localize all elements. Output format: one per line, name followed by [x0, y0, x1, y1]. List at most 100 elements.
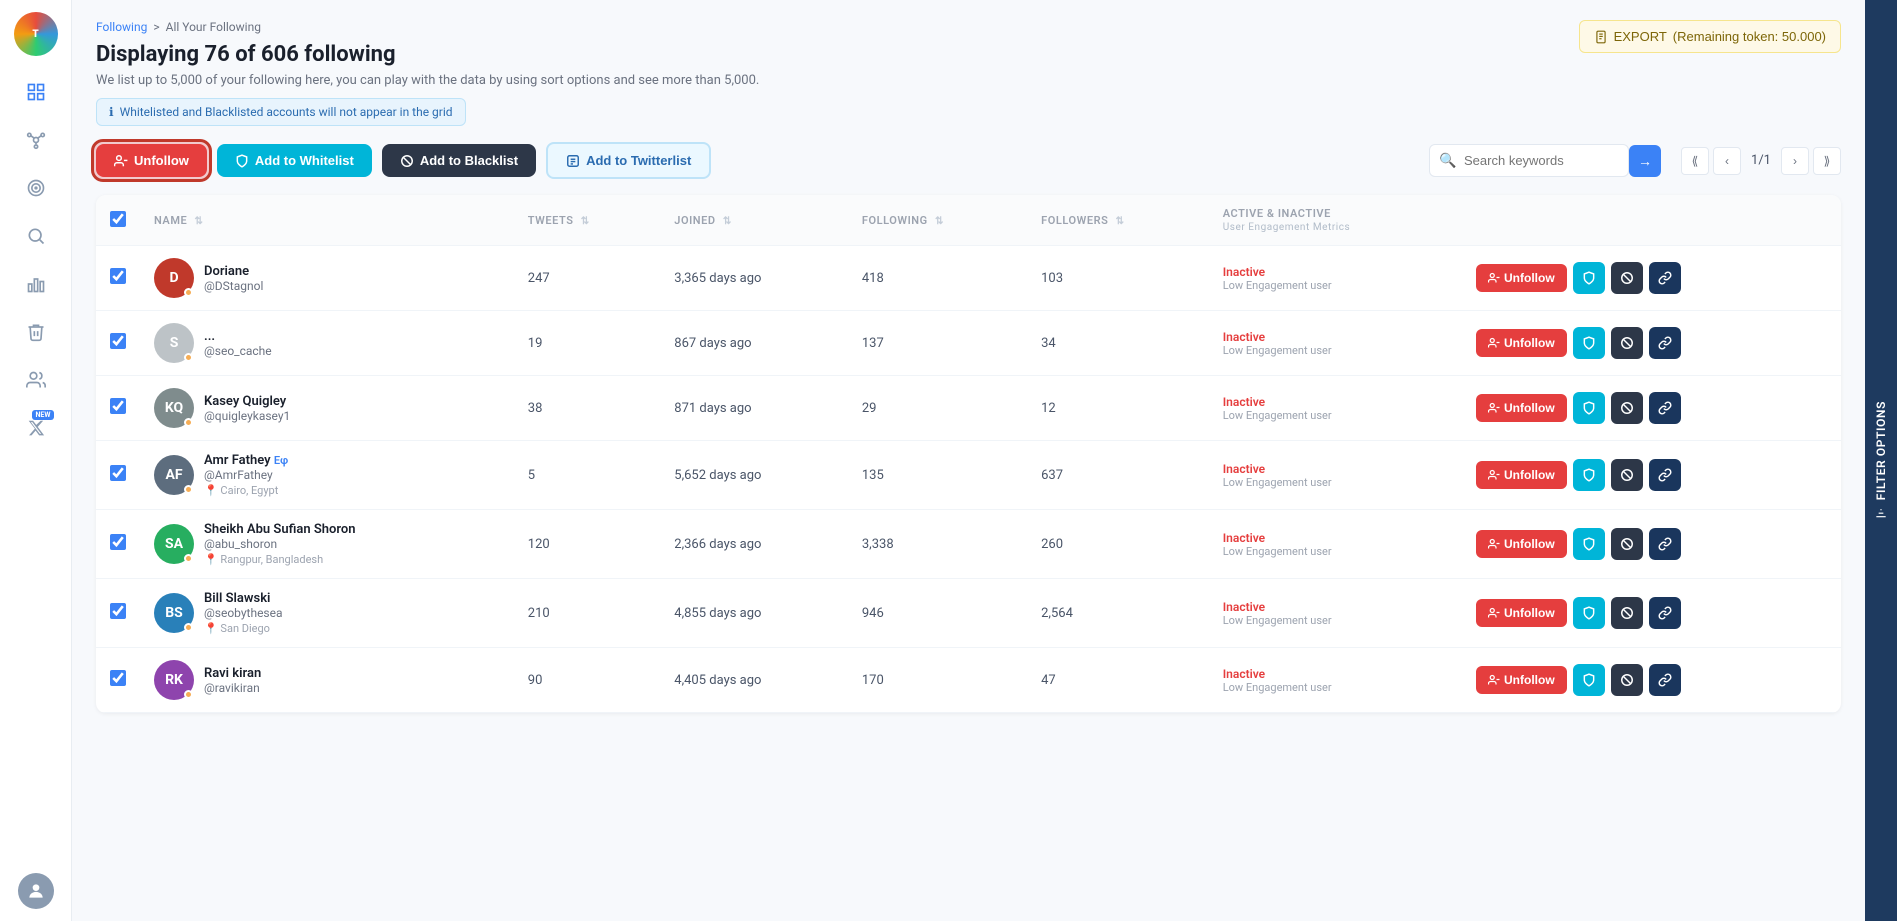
status-dot: [184, 418, 193, 427]
row-user-cell: KQ Kasey Quigley @quigleykasey1: [140, 376, 514, 441]
row-unfollow-button[interactable]: Unfollow: [1476, 264, 1567, 292]
main-content: EXPORT (Remaining token: 50.000) Followi…: [72, 0, 1865, 921]
user-handle: @ravikiran: [204, 681, 261, 695]
row-actions: Unfollow: [1476, 459, 1827, 491]
twitterlist-button[interactable]: Add to Twitterlist: [546, 142, 711, 179]
row-checkbox[interactable]: [110, 534, 126, 550]
row-user-cell: S ... @seo_cache: [140, 311, 514, 376]
app-logo[interactable]: T: [14, 12, 58, 56]
status-badge: Inactive: [1223, 330, 1448, 344]
filter-options-sidebar[interactable]: FILTER OPTIONS: [1865, 0, 1897, 921]
row-checkbox[interactable]: [110, 398, 126, 414]
row-checkbox[interactable]: [110, 603, 126, 619]
row-blacklist-button[interactable]: [1611, 528, 1643, 560]
sidebar-item-network[interactable]: [16, 120, 56, 160]
page-prev-button[interactable]: ‹: [1713, 147, 1741, 175]
row-whitelist-button[interactable]: [1573, 664, 1605, 696]
row-link-button[interactable]: [1649, 327, 1681, 359]
user-info: Bill Slawski @seobythesea 📍 San Diego: [204, 591, 283, 635]
row-blacklist-button[interactable]: [1611, 664, 1643, 696]
export-button[interactable]: EXPORT (Remaining token: 50.000): [1579, 20, 1841, 53]
row-unfollow-button[interactable]: Unfollow: [1476, 329, 1567, 357]
row-whitelist-button[interactable]: [1573, 459, 1605, 491]
row-checkbox-cell: [96, 376, 140, 441]
new-badge: NEW: [32, 410, 53, 420]
row-whitelist-button[interactable]: [1573, 528, 1605, 560]
page-first-button[interactable]: ⟪: [1681, 147, 1709, 175]
page-next-button[interactable]: ›: [1781, 147, 1809, 175]
sidebar-item-users[interactable]: [16, 360, 56, 400]
row-unfollow-button[interactable]: Unfollow: [1476, 666, 1567, 694]
row-whitelist-button[interactable]: [1573, 262, 1605, 294]
row-link-button[interactable]: [1649, 262, 1681, 294]
breadcrumb-parent[interactable]: Following: [96, 20, 147, 34]
search-go-button[interactable]: →: [1629, 145, 1661, 177]
row-checkbox[interactable]: [110, 670, 126, 686]
row-checkbox-cell: [96, 311, 140, 376]
user-location: 📍 Rangpur, Bangladesh: [204, 553, 355, 566]
row-blacklist-button[interactable]: [1611, 327, 1643, 359]
sidebar-item-target[interactable]: [16, 168, 56, 208]
page-info: 1/1: [1745, 153, 1777, 168]
pagination: ⟪ ‹ 1/1 › ⟫: [1681, 147, 1841, 175]
user-name: Kasey Quigley: [204, 394, 290, 409]
row-following: 170: [848, 648, 1027, 713]
row-checkbox-cell: [96, 246, 140, 311]
row-blacklist-button[interactable]: [1611, 597, 1643, 629]
row-link-button[interactable]: [1649, 392, 1681, 424]
row-whitelist-button[interactable]: [1573, 327, 1605, 359]
row-unfollow-button[interactable]: Unfollow: [1476, 530, 1567, 558]
table-row: AF Amr Fathey Eφ @AmrFathey 📍 Cairo, Egy…: [96, 441, 1841, 510]
row-actions-cell: Unfollow: [1462, 311, 1841, 376]
sidebar-item-dashboard[interactable]: [16, 72, 56, 112]
row-checkbox[interactable]: [110, 333, 126, 349]
row-status-cell: Inactive Low Engagement user: [1209, 441, 1462, 510]
user-location: 📍 Cairo, Egypt: [204, 484, 288, 497]
row-blacklist-button[interactable]: [1611, 392, 1643, 424]
row-checkbox[interactable]: [110, 268, 126, 284]
row-whitelist-button[interactable]: [1573, 392, 1605, 424]
sidebar-item-trash[interactable]: [16, 312, 56, 352]
sidebar-item-x-twitter[interactable]: NEW: [16, 408, 56, 448]
row-unfollow-button[interactable]: Unfollow: [1476, 394, 1567, 422]
table-row: KQ Kasey Quigley @quigleykasey1 38 871 d…: [96, 376, 1841, 441]
status-dot: [184, 288, 193, 297]
row-link-button[interactable]: [1649, 528, 1681, 560]
table-row: S ... @seo_cache 19 867 days ago 137 34 …: [96, 311, 1841, 376]
row-checkbox-cell: [96, 579, 140, 648]
row-unfollow-button[interactable]: Unfollow: [1476, 599, 1567, 627]
table-row: D Doriane @DStagnol 247 3,365 days ago 4…: [96, 246, 1841, 311]
user-location: 📍 San Diego: [204, 622, 283, 635]
avatar-wrap: SA: [154, 524, 194, 564]
sidebar-item-search[interactable]: [16, 216, 56, 256]
row-unfollow-button[interactable]: Unfollow: [1476, 461, 1567, 489]
row-joined: 867 days ago: [660, 311, 848, 376]
whitelist-label: Add to Whitelist: [255, 153, 354, 168]
row-tweets: 90: [514, 648, 660, 713]
header-active-inactive: ACTIVE & INACTIVEUser Engagement Metrics: [1209, 195, 1462, 246]
search-wrap: 🔍 →: [1429, 144, 1661, 177]
user-avatar[interactable]: [18, 873, 54, 909]
row-checkbox[interactable]: [110, 465, 126, 481]
row-link-button[interactable]: [1649, 459, 1681, 491]
status-badge: Inactive: [1223, 462, 1448, 476]
row-blacklist-button[interactable]: [1611, 262, 1643, 294]
page-last-button[interactable]: ⟫: [1813, 147, 1841, 175]
row-link-button[interactable]: [1649, 597, 1681, 629]
row-actions: Unfollow: [1476, 392, 1827, 424]
row-followers: 34: [1027, 311, 1209, 376]
whitelist-button[interactable]: Add to Whitelist: [217, 144, 372, 177]
select-all-checkbox[interactable]: [110, 211, 126, 227]
row-following: 3,338: [848, 510, 1027, 579]
user-handle: @abu_shoron: [204, 537, 355, 551]
unfollow-button[interactable]: Unfollow: [96, 144, 207, 177]
row-user-cell: RK Ravi kiran @ravikiran: [140, 648, 514, 713]
header-checkbox-col: [96, 195, 140, 246]
sidebar-item-analytics[interactable]: [16, 264, 56, 304]
row-link-button[interactable]: [1649, 664, 1681, 696]
search-input[interactable]: [1429, 144, 1629, 177]
row-blacklist-button[interactable]: [1611, 459, 1643, 491]
engagement-label: Low Engagement user: [1223, 476, 1448, 489]
blacklist-button[interactable]: Add to Blacklist: [382, 144, 536, 177]
row-whitelist-button[interactable]: [1573, 597, 1605, 629]
